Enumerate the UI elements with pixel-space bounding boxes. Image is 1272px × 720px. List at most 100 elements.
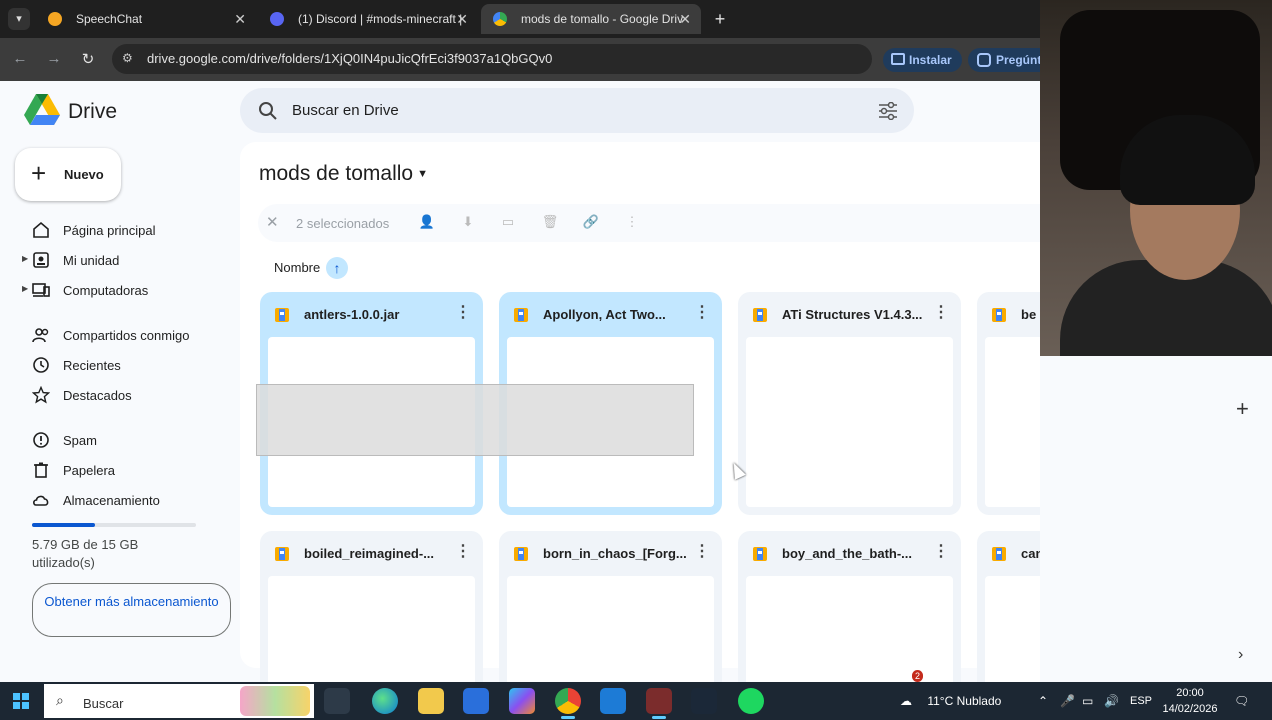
- sidebar-item-shared[interactable]: Compartidos conmigo: [14, 321, 224, 349]
- chevron-right-icon[interactable]: ›: [1238, 646, 1243, 664]
- spam-icon: [33, 432, 49, 448]
- install-icon: [891, 53, 905, 65]
- sidebar-item-storage[interactable]: Almacenamiento: [14, 486, 224, 514]
- more-options-icon[interactable]: ⋮: [933, 305, 949, 321]
- sidebar-item-starred[interactable]: Destacados: [14, 381, 224, 409]
- clock-icon: [33, 357, 49, 373]
- add-panel-icon[interactable]: +: [1236, 396, 1249, 422]
- file-card[interactable]: ATi Structures V1.4.3... ⋮: [738, 292, 961, 515]
- new-button[interactable]: + Nuevo: [15, 148, 121, 201]
- expand-caret-icon[interactable]: ▶: [22, 284, 28, 293]
- copilot-icon[interactable]: [509, 688, 535, 714]
- sidebar-item-spam[interactable]: Spam: [14, 426, 224, 454]
- weather-widget[interactable]: ☁ 2 11°C Nublado: [900, 670, 1001, 720]
- tab-title: (1) Discord | #mods-minecraft |: [298, 12, 463, 26]
- sidebar-item-computers[interactable]: ▶ Computadoras: [14, 276, 224, 304]
- system-clock[interactable]: 20:00 14/02/2026: [1160, 685, 1220, 717]
- folder-title-button[interactable]: mods de tomallo ▼: [259, 162, 428, 186]
- jar-file-icon: [514, 547, 528, 561]
- network-icon[interactable]: ▭: [1082, 682, 1093, 720]
- storage-bar-fill: [32, 523, 96, 527]
- search-highlight-image: [240, 686, 310, 716]
- forward-arrow-icon[interactable]: →: [44, 50, 64, 67]
- drive-search-bar[interactable]: Buscar en Drive: [240, 88, 914, 133]
- more-actions-icon[interactable]: ⋮: [623, 214, 641, 232]
- expand-caret-icon[interactable]: ▶: [22, 254, 28, 263]
- store-icon[interactable]: [463, 688, 489, 714]
- chrome-icon[interactable]: [555, 688, 581, 719]
- jar-file-icon: [275, 308, 289, 322]
- windows-start-icon[interactable]: [13, 693, 29, 709]
- more-options-icon[interactable]: ⋮: [694, 544, 710, 560]
- star-icon: [32, 386, 50, 404]
- sidebar-item-home[interactable]: Página principal: [14, 216, 224, 244]
- mic-icon[interactable]: 🎤: [1060, 682, 1075, 720]
- task-view-icon[interactable]: [324, 688, 350, 714]
- close-tab-icon[interactable]: ✕: [456, 4, 468, 34]
- file-name: ATi Structures V1.4.3...: [782, 307, 923, 322]
- file-name: boy_and_the_bath-...: [782, 546, 913, 561]
- volume-icon[interactable]: 🔊: [1104, 682, 1119, 720]
- tab-speechchat[interactable]: SpeechChat ✕: [36, 4, 256, 34]
- tab-discord[interactable]: (1) Discord | #mods-minecraft | ✕: [258, 4, 478, 34]
- sidebar-item-my-drive[interactable]: ▶ Mi unidad: [14, 246, 224, 274]
- sidebar-item-trash[interactable]: Papelera: [14, 456, 224, 484]
- link-icon[interactable]: 🔗: [582, 214, 600, 232]
- sort-label[interactable]: Nombre: [274, 260, 320, 275]
- sidebar-item-recent[interactable]: Recientes: [14, 351, 224, 379]
- tab-title: SpeechChat: [76, 12, 143, 26]
- more-options-icon[interactable]: ⋮: [455, 305, 471, 321]
- site-info-icon[interactable]: ⚙: [122, 51, 136, 65]
- file-explorer-icon[interactable]: [418, 688, 444, 714]
- file-thumbnail: [746, 337, 953, 507]
- search-icon: ⌕: [56, 692, 64, 708]
- tab-drive[interactable]: mods de tomallo - Google Driv ✕: [481, 4, 701, 34]
- sort-ascending-icon[interactable]: ↑: [326, 257, 348, 279]
- clear-selection-icon[interactable]: ✕: [266, 213, 279, 231]
- new-tab-icon[interactable]: +: [709, 8, 731, 30]
- search-icon[interactable]: [258, 101, 278, 121]
- sidebar-item-label: Papelera: [63, 463, 116, 478]
- outlook-icon[interactable]: [600, 688, 626, 714]
- app-icon[interactable]: [646, 688, 672, 719]
- more-options-icon[interactable]: ⋮: [933, 544, 949, 560]
- download-icon[interactable]: ⬇: [459, 214, 477, 232]
- get-more-storage-button[interactable]: Obtener más almacenamiento: [32, 583, 231, 637]
- storage-text: 5.79 GB de 15 GB utilizado(s): [32, 537, 139, 570]
- sidebar-item-label: Almacenamiento: [63, 493, 160, 508]
- computer-icon: [32, 283, 50, 297]
- reload-icon[interactable]: ↻: [78, 50, 98, 68]
- edge-icon[interactable]: [372, 688, 398, 714]
- selection-count: 2 seleccionados: [296, 216, 390, 231]
- move-icon[interactable]: ▭: [499, 214, 517, 232]
- close-tab-icon[interactable]: ✕: [679, 4, 691, 34]
- install-label: Instalar: [909, 53, 952, 67]
- tray-overflow-icon[interactable]: ⌃: [1038, 682, 1048, 720]
- tab-search-icon[interactable]: ▾: [8, 8, 30, 30]
- trash-icon: [34, 462, 48, 478]
- app-title: Drive: [68, 100, 118, 123]
- drive-logo-icon[interactable]: [24, 94, 60, 126]
- more-options-icon[interactable]: ⋮: [694, 305, 710, 321]
- address-bar[interactable]: ⚙ drive.google.com/drive/folders/1XjQ0IN…: [112, 44, 872, 74]
- jar-file-icon: [992, 308, 1006, 322]
- close-tab-icon[interactable]: ✕: [234, 4, 246, 34]
- more-options-icon[interactable]: ⋮: [455, 544, 471, 560]
- notification-icon[interactable]: 🗨: [1234, 682, 1249, 720]
- plus-icon: +: [31, 158, 47, 188]
- back-arrow-icon[interactable]: ←: [10, 50, 30, 67]
- jar-file-icon: [992, 547, 1006, 561]
- jar-file-icon: [753, 547, 767, 561]
- file-name: antlers-1.0.0.jar: [304, 307, 400, 322]
- speechchat-favicon-icon: [48, 12, 62, 26]
- language-indicator[interactable]: ESP: [1130, 682, 1152, 720]
- trash-icon[interactable]: 🗑: [541, 214, 559, 232]
- search-options-icon[interactable]: [878, 102, 898, 120]
- spotify-icon[interactable]: [738, 688, 764, 714]
- sidebar-item-label: Mi unidad: [63, 253, 120, 268]
- share-person-icon[interactable]: 👤: [418, 214, 436, 232]
- install-button[interactable]: Instalar: [883, 48, 962, 72]
- taskbar-search[interactable]: ⌕ Buscar: [44, 684, 314, 718]
- steam-icon[interactable]: [691, 688, 717, 714]
- sidebar-item-label: Compartidos conmigo: [63, 328, 190, 343]
